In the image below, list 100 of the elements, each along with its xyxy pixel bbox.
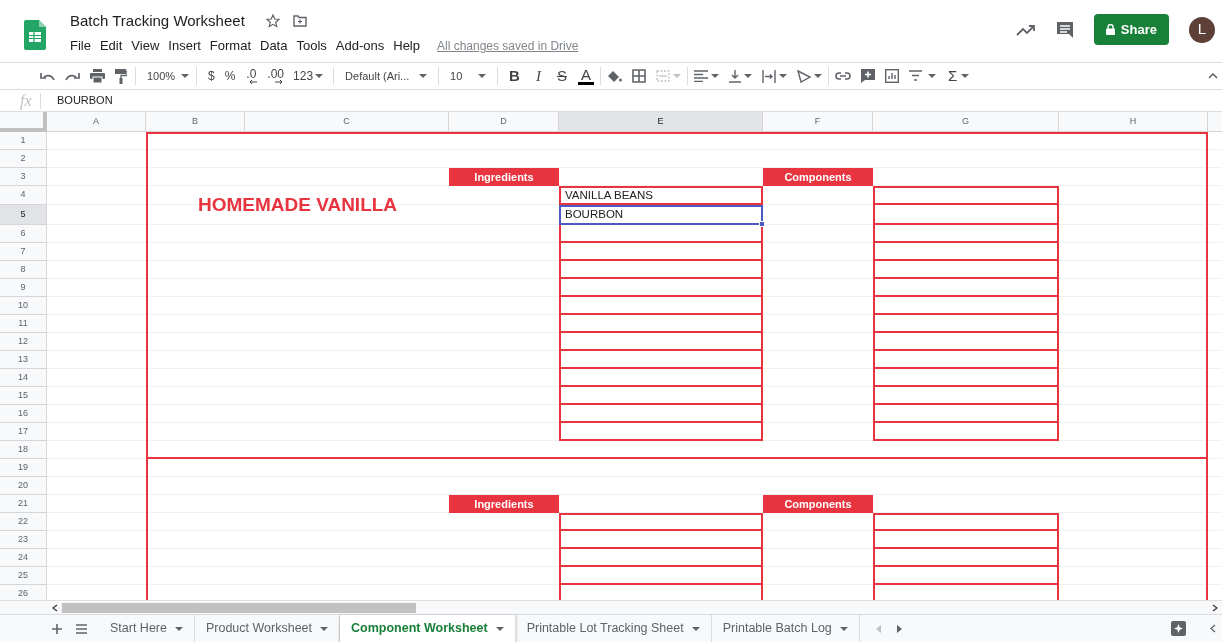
table-cell[interactable] [873,333,1059,351]
row-header[interactable]: 8 [0,261,47,279]
table-cell[interactable] [559,243,763,261]
italic-button[interactable]: I [530,64,546,88]
column-header[interactable]: A [47,112,146,132]
row-header[interactable]: 16 [0,405,47,423]
percent-button[interactable]: % [219,67,241,85]
table-cell[interactable] [559,567,763,585]
spreadsheet-logo-icon[interactable] [24,20,46,50]
sheet-tab[interactable]: Printable Lot Tracking Sheet [515,615,712,642]
row-header[interactable]: 10 [0,297,47,315]
table-cell[interactable] [559,549,763,567]
table-cell[interactable] [873,567,1059,585]
table-cell[interactable] [873,549,1059,567]
filter-icon[interactable] [908,70,922,82]
row-header[interactable]: 18 [0,441,47,459]
vertical-align-icon[interactable] [728,69,741,83]
trend-icon[interactable] [1015,23,1036,36]
column-header[interactable]: C [245,112,449,132]
column-header[interactable]: D [449,112,559,132]
table-cell[interactable]: BOURBON [559,205,763,225]
row-header[interactable]: 26 [0,585,47,600]
star-icon[interactable] [264,13,281,29]
sheet-tab[interactable]: Printable Batch Log [711,615,860,642]
table-cell[interactable] [873,405,1059,423]
row-header[interactable]: 1 [0,132,47,150]
table-cell[interactable] [559,279,763,297]
row-header[interactable]: 15 [0,387,47,405]
document-title[interactable]: Batch Tracking Worksheet [70,10,245,32]
table-cell[interactable] [559,423,763,441]
table-cell[interactable] [559,225,763,243]
decrease-decimal-button[interactable]: .0 [240,68,263,84]
column-header[interactable]: B [146,112,245,132]
text-rotation-icon[interactable] [796,69,811,83]
row-header[interactable]: 14 [0,369,47,387]
formula-input[interactable]: BOURBON [57,92,113,109]
menu-item[interactable]: Insert [168,36,201,56]
table-cell[interactable] [873,369,1059,387]
borders-icon[interactable] [631,69,646,83]
row-header[interactable]: 25 [0,567,47,585]
side-panel-icon[interactable] [1210,624,1216,633]
table-cell[interactable] [559,315,763,333]
tab-scroll-right-icon[interactable] [896,624,902,633]
scroll-right-icon[interactable] [1212,603,1218,612]
bold-button[interactable]: B [504,64,525,88]
print-icon[interactable] [90,69,105,83]
table-cell[interactable] [559,531,763,549]
row-header[interactable]: 19 [0,459,47,477]
all-sheets-icon[interactable] [76,623,87,634]
sheet-tab[interactable]: Component Worksheet [340,615,516,642]
table-cell[interactable] [559,297,763,315]
table-cell[interactable] [873,387,1059,405]
table-cell[interactable] [873,279,1059,297]
font-size-dropdown[interactable]: 10 [445,67,492,85]
row-header[interactable]: 6 [0,225,47,243]
font-dropdown[interactable]: Default (Ari... [340,67,433,85]
column-header[interactable]: H [1059,112,1208,132]
table-cell[interactable] [873,297,1059,315]
row-header[interactable]: 21 [0,495,47,513]
link-icon[interactable] [834,72,851,80]
row-header[interactable]: 23 [0,531,47,549]
currency-button[interactable]: $ [203,67,220,85]
menu-item[interactable]: Data [260,36,288,56]
menu-item[interactable]: Add-ons [335,36,385,56]
merge-cells-icon[interactable] [655,70,670,82]
table-cell[interactable] [559,333,763,351]
menu-item[interactable]: View [131,36,160,56]
row-header[interactable]: 12 [0,333,47,351]
sheet-tab[interactable]: Start Here [99,615,195,642]
row-header[interactable]: 20 [0,477,47,495]
table-cell[interactable] [873,513,1059,531]
table-cell[interactable] [559,387,763,405]
paint-format-icon[interactable] [115,68,127,84]
collapse-icon[interactable] [1208,73,1218,79]
menu-item[interactable]: File [70,36,91,56]
table-cell[interactable] [873,531,1059,549]
row-header[interactable]: 2 [0,150,47,168]
add-sheet-icon[interactable] [52,623,62,634]
row-header[interactable]: 4 [0,186,47,205]
folder-icon[interactable] [292,15,307,27]
row-header[interactable]: 9 [0,279,47,297]
row-header[interactable]: 24 [0,549,47,567]
table-cell[interactable] [873,423,1059,441]
column-header[interactable]: F [763,112,873,132]
increase-decimal-button[interactable]: .00 [262,68,290,84]
redo-icon[interactable] [65,71,80,81]
share-button[interactable]: Share [1093,14,1169,45]
explore-icon[interactable] [1171,621,1186,636]
undo-icon[interactable] [40,71,55,81]
align-left-icon[interactable] [693,70,708,82]
table-cell[interactable] [559,405,763,423]
fill-handle[interactable] [759,221,765,227]
chart-icon[interactable] [884,69,899,83]
row-header[interactable]: 17 [0,423,47,441]
menu-item[interactable]: Help [393,36,420,56]
text-wrap-icon[interactable] [761,69,776,83]
table-cell[interactable]: VANILLA BEANS [559,186,763,205]
row-header[interactable]: 13 [0,351,47,369]
row-header[interactable]: 7 [0,243,47,261]
row-header[interactable]: 22 [0,513,47,531]
